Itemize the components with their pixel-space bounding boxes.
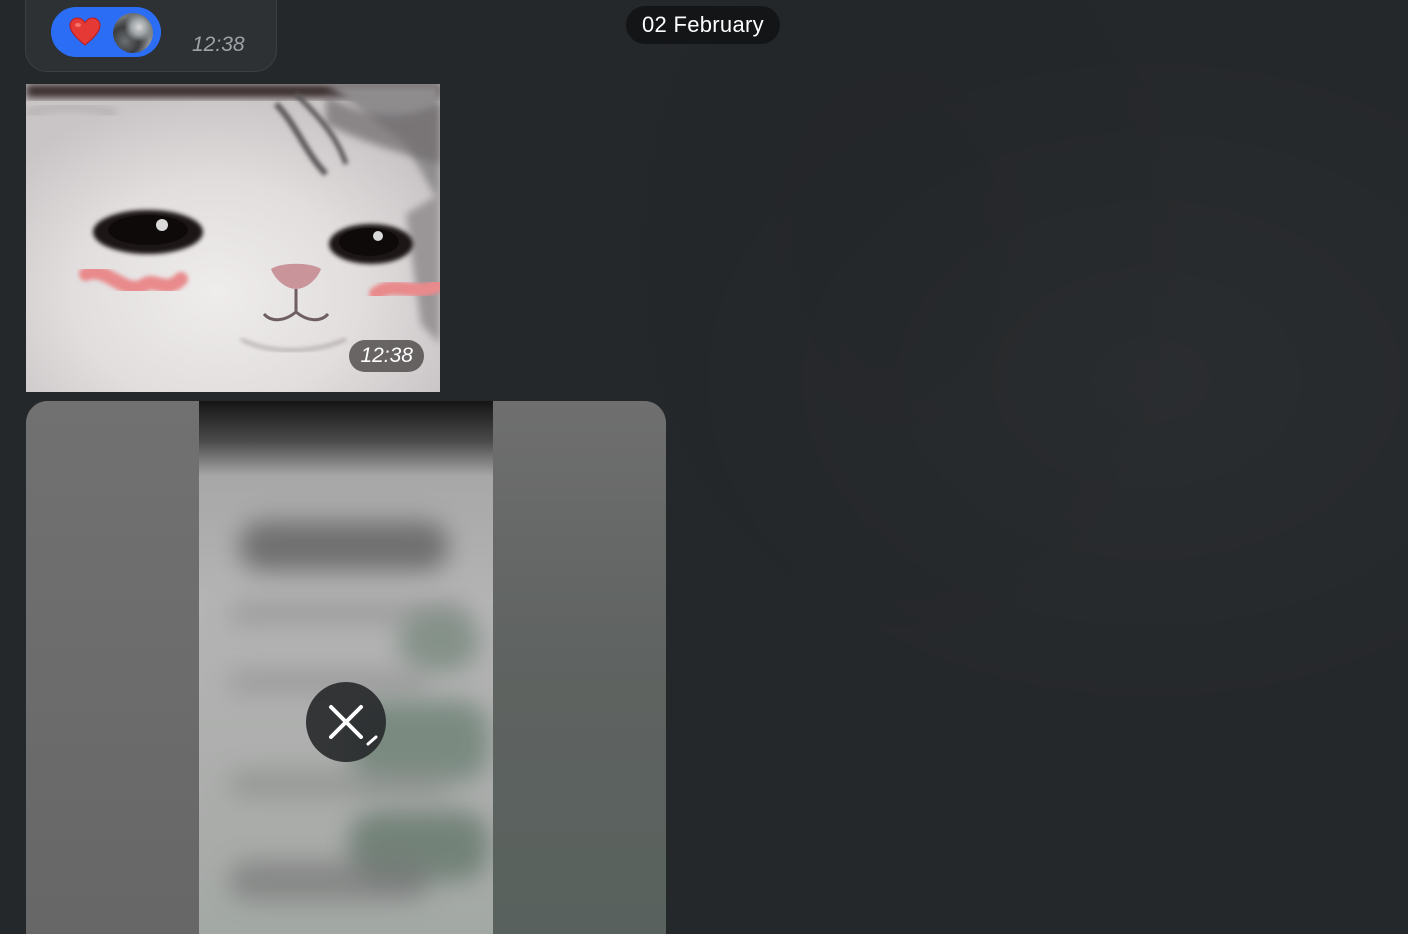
heart-icon [69,17,101,46]
media-blur-right [492,401,666,934]
media-message-loading[interactable] [26,401,666,934]
media-preview-blurred [199,401,493,934]
reactor-avatar[interactable] [113,13,153,53]
cancel-download-button[interactable] [306,682,386,762]
message-bubble-reaction[interactable]: 12:38 [25,0,277,72]
message-time: 12:38 [192,33,245,56]
message-time: 12:38 [349,340,424,372]
close-icon [329,705,378,746]
chat-history: 12:38 02 February 12:38 [0,0,1408,934]
sticker-message[interactable]: 12:38 [26,84,440,392]
progress-arc [366,735,378,746]
media-blur-left [26,401,199,934]
reaction-chip[interactable] [51,7,161,57]
date-separator: 02 February [626,6,780,44]
